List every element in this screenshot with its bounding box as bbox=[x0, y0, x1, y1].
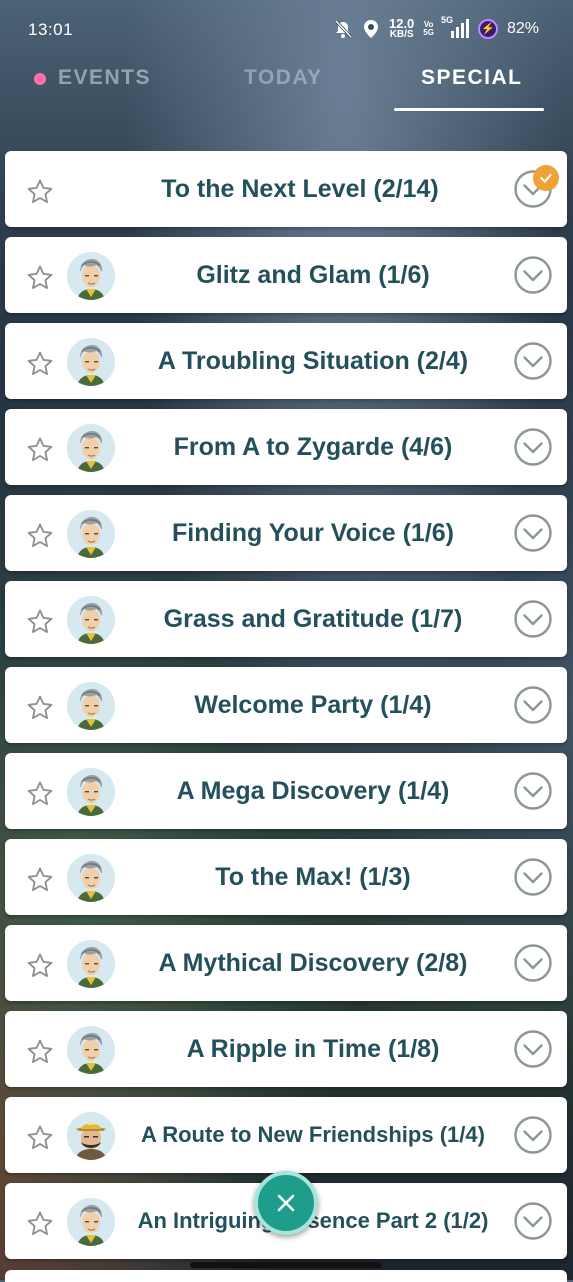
research-title: Grass and Gratitude (1/7) bbox=[163, 604, 463, 633]
professor-willow-avatar bbox=[67, 1026, 115, 1074]
professor-willow-avatar bbox=[67, 1198, 115, 1246]
battery-saver-icon: ⚡ bbox=[477, 18, 498, 39]
notification-dot bbox=[34, 73, 46, 85]
favorite-star-icon[interactable] bbox=[25, 1209, 55, 1239]
expand-chevron-icon[interactable] bbox=[513, 1029, 553, 1069]
research-title: A Ripple in Time (1/8) bbox=[186, 1034, 440, 1063]
favorite-star-icon[interactable] bbox=[25, 693, 55, 723]
volte-bottom: 5G bbox=[423, 27, 434, 37]
favorite-star-icon[interactable] bbox=[25, 177, 55, 207]
research-card[interactable]: From A to Zygarde (4/6) bbox=[5, 409, 567, 485]
research-card[interactable]: A Mega Discovery (1/4) bbox=[5, 753, 567, 829]
tab-special-label: SPECIAL bbox=[421, 66, 523, 89]
expand-chevron-icon[interactable] bbox=[513, 943, 553, 983]
research-title: A Mythical Discovery (2/8) bbox=[158, 948, 468, 977]
favorite-star-icon[interactable] bbox=[25, 779, 55, 809]
research-title: A Troubling Situation (2/4) bbox=[157, 346, 469, 375]
expand-chevron-icon[interactable] bbox=[513, 1115, 553, 1155]
research-title: Glitz and Glam (1/6) bbox=[196, 260, 430, 289]
expand-chevron-icon[interactable] bbox=[513, 255, 553, 295]
professor-willow-avatar bbox=[67, 768, 115, 816]
status-icons: 12.0 KB/S Vo 5G 5G ⚡ 82% bbox=[333, 15, 539, 40]
research-card-partial bbox=[5, 1270, 567, 1282]
expand-chevron-icon[interactable] bbox=[513, 341, 553, 381]
favorite-star-icon[interactable] bbox=[25, 435, 55, 465]
research-title: Finding Your Voice (1/6) bbox=[172, 518, 454, 547]
home-indicator bbox=[190, 1262, 382, 1268]
tab-events[interactable]: EVENTS bbox=[34, 66, 152, 90]
close-button[interactable] bbox=[254, 1171, 318, 1235]
tab-events-label: EVENTS bbox=[58, 66, 152, 89]
hiker-avatar bbox=[67, 1112, 115, 1160]
favorite-star-icon[interactable] bbox=[25, 349, 55, 379]
research-title: To the Next Level (2/14) bbox=[161, 174, 439, 203]
expand-chevron-icon[interactable] bbox=[513, 771, 553, 811]
favorite-star-icon[interactable] bbox=[25, 865, 55, 895]
battery-percent: 82% bbox=[506, 19, 539, 37]
research-title: A Mega Discovery (1/4) bbox=[176, 776, 450, 805]
favorite-star-icon[interactable] bbox=[25, 1123, 55, 1153]
professor-willow-avatar bbox=[67, 252, 115, 300]
research-card[interactable]: To the Max! (1/3) bbox=[5, 839, 567, 915]
location-icon bbox=[362, 19, 380, 39]
expand-chevron-icon[interactable] bbox=[513, 857, 553, 897]
today-view-tabs: EVENTS TODAY SPECIAL bbox=[0, 62, 573, 112]
active-tab-indicator bbox=[394, 108, 544, 111]
research-card[interactable]: Welcome Party (1/4) bbox=[5, 667, 567, 743]
favorite-star-icon[interactable] bbox=[25, 521, 55, 551]
research-card[interactable]: A Ripple in Time (1/8) bbox=[5, 1011, 567, 1087]
professor-willow-avatar bbox=[67, 940, 115, 988]
favorite-star-icon[interactable] bbox=[25, 951, 55, 981]
expand-chevron-icon[interactable] bbox=[513, 513, 553, 553]
favorite-star-icon[interactable] bbox=[25, 263, 55, 293]
volte-indicator: Vo 5G bbox=[423, 20, 434, 37]
net-speed-unit: KB/S bbox=[389, 29, 414, 40]
research-card[interactable]: A Mythical Discovery (2/8) bbox=[5, 925, 567, 1001]
professor-willow-avatar bbox=[67, 854, 115, 902]
research-title: From A to Zygarde (4/6) bbox=[173, 432, 453, 461]
research-card[interactable]: A Troubling Situation (2/4) bbox=[5, 323, 567, 399]
professor-willow-avatar bbox=[67, 424, 115, 472]
research-card[interactable]: A Route to New Friendships (1/4) bbox=[5, 1097, 567, 1173]
research-card[interactable]: Grass and Gratitude (1/7) bbox=[5, 581, 567, 657]
professor-willow-avatar bbox=[67, 510, 115, 558]
research-card[interactable]: Glitz and Glam (1/6) bbox=[5, 237, 567, 313]
favorite-star-icon[interactable] bbox=[25, 1037, 55, 1067]
check-icon bbox=[540, 173, 552, 183]
mute-icon bbox=[333, 19, 353, 39]
close-icon bbox=[277, 1194, 295, 1212]
expand-chevron-icon[interactable] bbox=[513, 427, 553, 467]
status-time: 13:01 bbox=[28, 20, 74, 39]
status-bar: 13:01 12.0 KB/S Vo 5G 5G ⚡ 82% bbox=[0, 0, 573, 62]
research-title: A Route to New Friendships (1/4) bbox=[141, 1122, 485, 1147]
professor-willow-avatar bbox=[67, 682, 115, 730]
professor-willow-avatar bbox=[67, 338, 115, 386]
tab-special[interactable]: SPECIAL bbox=[421, 66, 523, 90]
professor-willow-avatar bbox=[67, 596, 115, 644]
research-title: To the Max! (1/3) bbox=[215, 862, 411, 891]
research-card[interactable]: Finding Your Voice (1/6) bbox=[5, 495, 567, 571]
completed-badge bbox=[533, 165, 559, 191]
signal-icon: 5G bbox=[441, 15, 469, 39]
research-card[interactable]: To the Next Level (2/14) bbox=[5, 151, 567, 227]
expand-chevron-icon[interactable] bbox=[513, 599, 553, 639]
net-speed: 12.0 KB/S bbox=[389, 17, 414, 40]
expand-chevron-icon[interactable] bbox=[513, 1201, 553, 1241]
network-type: 5G bbox=[440, 14, 453, 25]
tab-today-label: TODAY bbox=[244, 66, 323, 89]
expand-chevron-icon[interactable] bbox=[513, 685, 553, 725]
research-title: Welcome Party (1/4) bbox=[194, 690, 432, 719]
tab-today[interactable]: TODAY bbox=[244, 66, 323, 90]
favorite-star-icon[interactable] bbox=[25, 607, 55, 637]
